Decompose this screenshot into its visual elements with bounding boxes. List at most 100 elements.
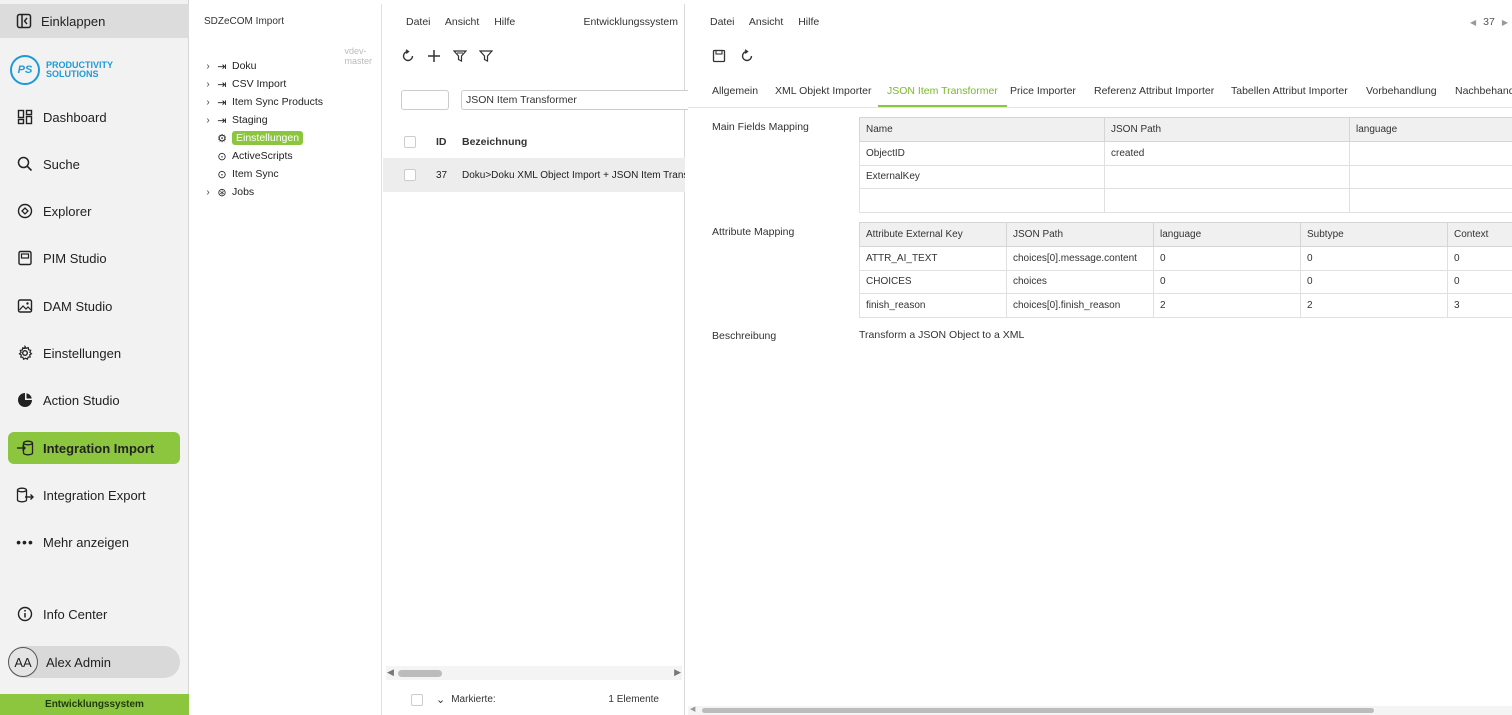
cell[interactable]: 2 [1300,293,1448,318]
nav-einstellungen[interactable]: Einstellungen [8,337,180,369]
table-row[interactable]: ATTR_AI_TEXT choices[0].message.content … [859,246,1512,271]
col-subtype[interactable]: Subtype [1300,222,1448,247]
scroll-thumb[interactable] [702,708,1374,713]
tab-nachbehandlung[interactable]: Nachbehandlung [1455,85,1512,107]
nav-info-center[interactable]: Info Center [8,598,180,630]
nav-action-studio[interactable]: Action Studio [8,384,180,416]
col-bezeichnung[interactable]: Bezeichnung [462,136,527,148]
cell[interactable] [1104,188,1350,213]
cell[interactable]: CHOICES [859,269,1007,294]
cell[interactable]: ObjectID [859,141,1105,166]
nav-mehr-anzeigen[interactable]: ••• Mehr anzeigen [8,526,180,558]
col-context[interactable]: Context [1447,222,1512,247]
cell[interactable]: choices[0].message.content [1006,246,1154,271]
menu-datei[interactable]: Datei [406,16,431,28]
cell[interactable]: created [1104,141,1350,166]
tree-node-einstellungen[interactable]: ⚙ Einstellungen [202,129,323,147]
list-scrollbar[interactable]: ◀ ▶ [386,666,682,680]
cell[interactable]: 0 [1300,246,1448,271]
cell[interactable]: finish_reason [859,293,1007,318]
nav-dashboard[interactable]: Dashboard [8,101,180,133]
cell[interactable]: choices[0].finish_reason [1006,293,1154,318]
tab-referenz-attribut-importer[interactable]: Referenz Attribut Importer [1094,85,1214,107]
beschreibung-value[interactable]: Transform a JSON Object to a XML [859,329,1024,341]
cell[interactable] [1349,164,1512,189]
tree-node-csv-import[interactable]: › ⇥ CSV Import [202,75,323,93]
nav-suche[interactable]: Suche [8,148,180,180]
chevron-right-icon[interactable]: › [202,187,214,198]
table-row[interactable] [859,188,1512,213]
table-row[interactable]: CHOICES choices 0 0 0 [859,269,1512,294]
tab-allgemein[interactable]: Allgemein [712,85,758,107]
tab-json-item-transformer[interactable]: JSON Item Transformer [878,85,1007,107]
chevron-right-icon[interactable]: › [202,79,214,90]
cell[interactable]: 0 [1300,269,1448,294]
select-all-checkbox[interactable] [404,136,416,148]
tree-node-jobs[interactable]: › ⊛ Jobs [202,183,323,201]
nav-integration-import[interactable]: Integration Import [8,432,180,464]
chevron-down-icon[interactable]: ⌄ [436,693,445,706]
cell[interactable] [1104,164,1350,189]
filter-name-input[interactable]: JSON Item Transformer [461,90,691,110]
add-icon[interactable] [427,49,441,66]
cell[interactable] [859,188,1105,213]
menu-ansicht[interactable]: Ansicht [445,16,479,28]
tree-node-activescripts[interactable]: ⊙ ActiveScripts [202,147,323,165]
refresh-icon[interactable] [740,49,754,66]
col-language[interactable]: language [1153,222,1301,247]
cell[interactable]: 3 [1447,293,1512,318]
nav-explorer[interactable]: Explorer [8,195,180,227]
col-json-path[interactable]: JSON Path [1104,117,1350,142]
scroll-left-icon[interactable]: ◀ [387,667,394,678]
cell[interactable]: 2 [1153,293,1301,318]
chevron-right-icon[interactable]: › [202,61,214,72]
tab-xml-objekt-importer[interactable]: XML Objekt Importer [775,85,871,107]
cell[interactable]: choices [1006,269,1154,294]
user-menu[interactable]: AA Alex Admin [8,646,180,678]
filter-icon[interactable] [478,49,494,66]
scroll-left-icon[interactable]: ◀ [690,705,695,713]
cell[interactable]: 0 [1153,269,1301,294]
scroll-right-icon[interactable]: ▶ [674,667,681,678]
col-name[interactable]: Name [859,117,1105,142]
chevron-right-icon[interactable]: › [202,115,214,126]
table-row[interactable]: ExternalKey [859,164,1512,189]
table-row[interactable]: ObjectID created [859,141,1512,166]
filter-id-input[interactable] [401,90,449,110]
tab-tabellen-attribut-importer[interactable]: Tabellen Attribut Importer [1231,85,1348,107]
footer-checkbox[interactable] [411,693,423,706]
detail-scrollbar[interactable]: ◀ [688,706,1512,715]
next-record-icon[interactable]: ▶ [1502,16,1508,28]
scroll-thumb[interactable] [398,670,442,677]
col-id[interactable]: ID [436,136,462,148]
tree-node-item-sync[interactable]: ⊙ Item Sync [202,165,323,183]
tree-node-doku[interactable]: › ⇥ Doku [202,57,323,75]
row-checkbox[interactable] [404,169,416,181]
chevron-right-icon[interactable]: › [202,97,214,108]
cell[interactable]: 0 [1447,246,1512,271]
col-language[interactable]: language [1349,117,1512,142]
menu-hilfe[interactable]: Hilfe [494,16,515,28]
cell[interactable] [1349,188,1512,213]
cell[interactable]: ExternalKey [859,164,1105,189]
tree-node-item-sync-products[interactable]: › ⇥ Item Sync Products [202,93,323,111]
prev-record-icon[interactable]: ◀ [1470,16,1476,28]
cell[interactable]: 0 [1153,246,1301,271]
refresh-icon[interactable] [401,49,415,66]
filter-settings-icon[interactable] [452,49,468,66]
nav-dam-studio[interactable]: DAM Studio [8,290,180,322]
menu-datei[interactable]: Datei [710,16,735,28]
col-attribute-external-key[interactable]: Attribute External Key [859,222,1007,247]
menu-hilfe[interactable]: Hilfe [798,16,819,28]
table-row[interactable]: 37 Doku>Doku XML Object Import + JSON It… [383,158,685,192]
nav-pim-studio[interactable]: PIM Studio [8,242,180,274]
tree-node-staging[interactable]: › ⇥ Staging [202,111,323,129]
menu-ansicht[interactable]: Ansicht [749,16,783,28]
collapse-button[interactable]: Einklappen [0,4,189,38]
cell[interactable]: 0 [1447,269,1512,294]
col-json-path[interactable]: JSON Path [1006,222,1154,247]
nav-integration-export[interactable]: Integration Export [8,479,180,511]
table-row[interactable]: finish_reason choices[0].finish_reason 2… [859,293,1512,318]
cell[interactable] [1349,141,1512,166]
tab-price-importer[interactable]: Price Importer [1010,85,1076,107]
